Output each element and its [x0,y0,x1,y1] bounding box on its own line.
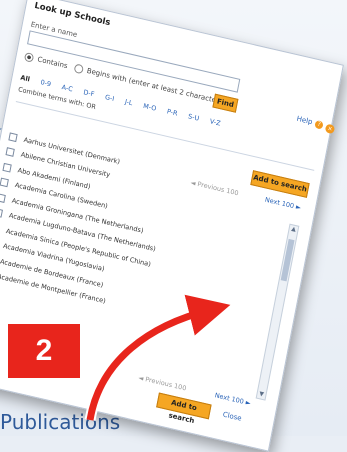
step-number-badge: 2 [6,322,82,380]
